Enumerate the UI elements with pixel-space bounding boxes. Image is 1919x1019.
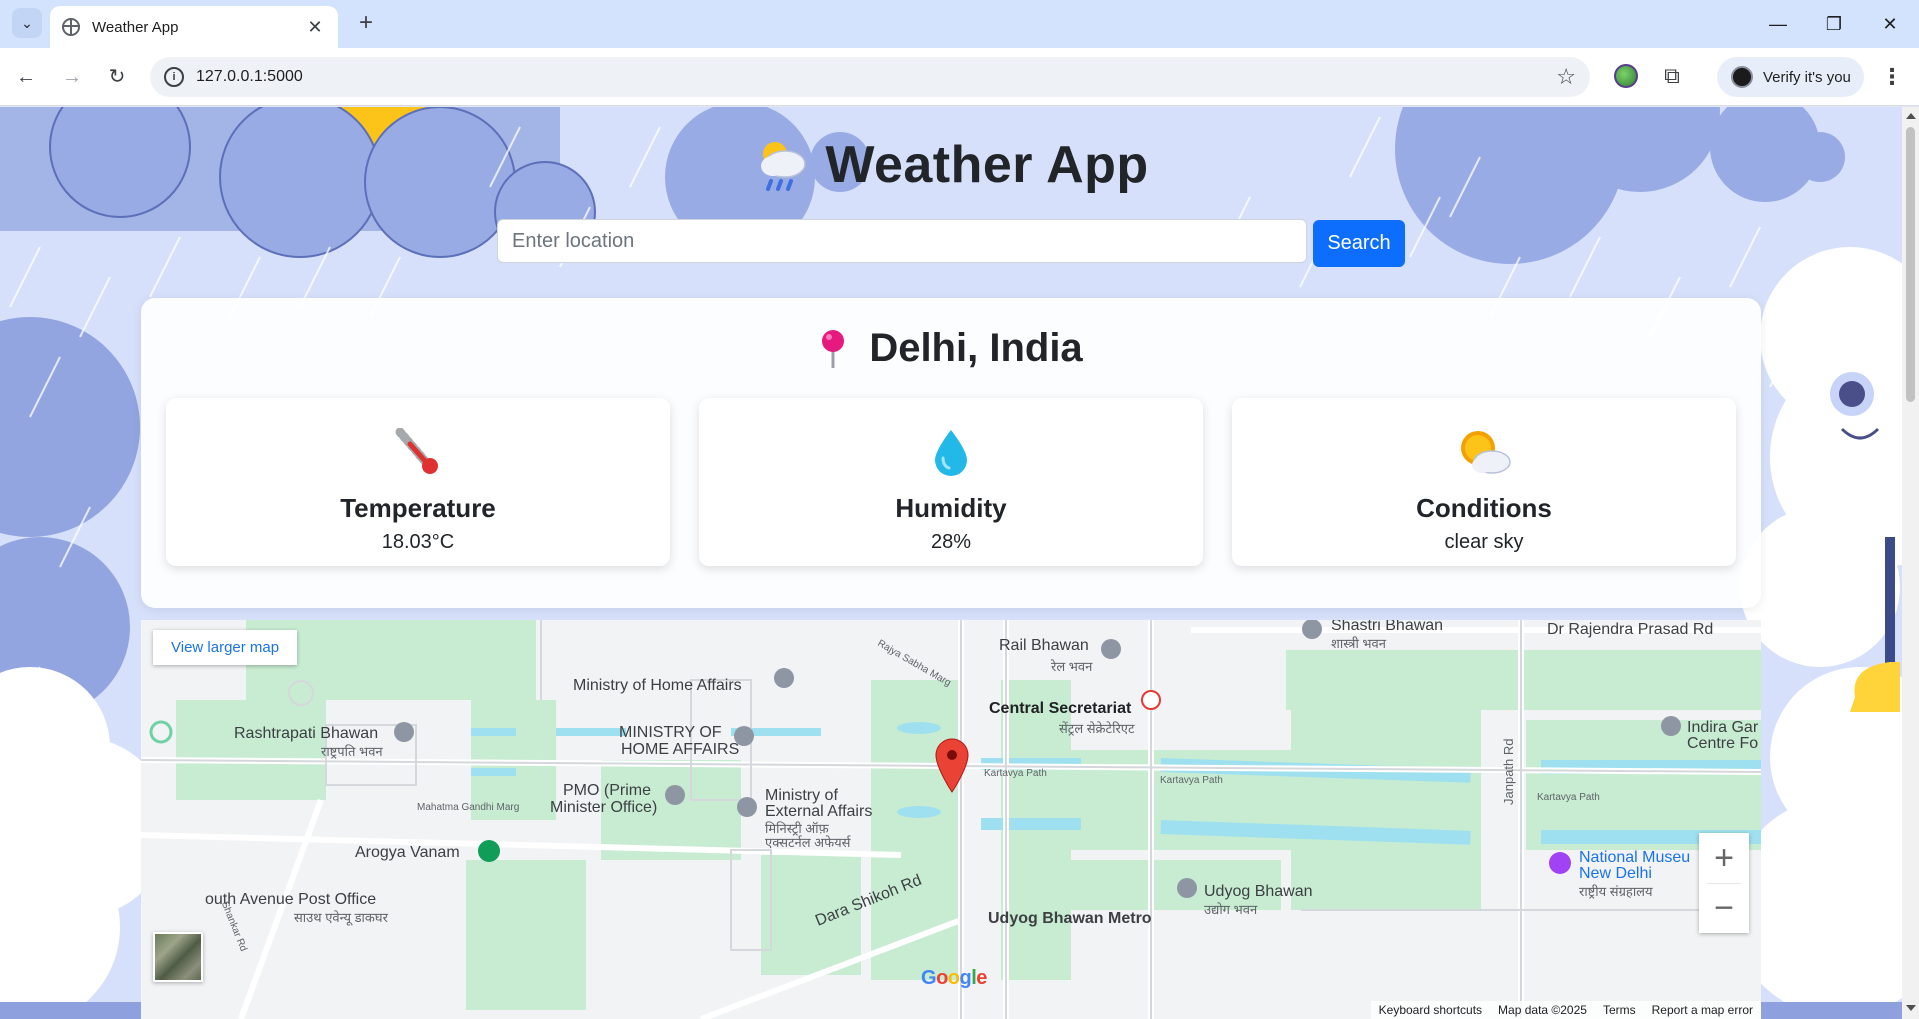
scroll-thumb[interactable] bbox=[1906, 127, 1915, 402]
keyboard-shortcuts-link[interactable]: Keyboard shortcuts bbox=[1379, 1001, 1482, 1019]
map-label-national-museum-2: New Delhi bbox=[1579, 865, 1652, 882]
thermometer-icon bbox=[395, 428, 438, 474]
browser-tab[interactable]: Weather App ✕ bbox=[50, 6, 338, 48]
tab-strip: ⌄ Weather App ✕ + — ❐ ✕ bbox=[0, 0, 1919, 48]
app-header: Weather App bbox=[0, 135, 1902, 195]
tab-search-chevron-icon[interactable]: ⌄ bbox=[12, 8, 42, 38]
humidity-value: 28% bbox=[930, 531, 972, 553]
scroll-up-arrow-icon[interactable] bbox=[1906, 113, 1916, 119]
new-tab-plus-icon[interactable]: + bbox=[352, 9, 380, 37]
temperature-value: 18.03°C bbox=[381, 531, 455, 553]
location-search-input[interactable] bbox=[497, 219, 1307, 263]
humidity-title: Humidity bbox=[895, 493, 1007, 523]
google-logo-letter: o bbox=[947, 967, 960, 989]
temperature-card: Temperature 18.03°C bbox=[166, 398, 670, 566]
temperature-title: Temperature bbox=[340, 493, 496, 523]
google-logo-letter: g bbox=[959, 967, 972, 989]
droplet-icon bbox=[935, 430, 967, 476]
google-logo: Google bbox=[921, 967, 987, 990]
map-label-kartavya-path-2: Kartavya Path bbox=[1160, 775, 1223, 786]
cloud-rain-sun-icon bbox=[761, 142, 807, 191]
bookmark-star-icon[interactable]: ☆ bbox=[1556, 64, 1576, 90]
conditions-card: Conditions clear sky bbox=[1232, 398, 1736, 566]
map-label-udyog-bhawan-metro: Udyog Bhawan Metro bbox=[988, 910, 1152, 927]
conditions-title: Conditions bbox=[1416, 493, 1552, 523]
page-scrollbar[interactable] bbox=[1902, 107, 1919, 1019]
map-label-rajendra-prasad-rd: Dr Rajendra Prasad Rd bbox=[1547, 621, 1714, 638]
map-zoom-controls: + − bbox=[1699, 833, 1749, 933]
minimize-icon[interactable]: — bbox=[1758, 10, 1798, 38]
map-label-shastri-bhawan-hi: शास्त्री भवन bbox=[1331, 636, 1387, 651]
address-bar[interactable]: i 127.0.0.1:5000 ☆ bbox=[150, 57, 1590, 97]
map-label-national-museum-hi: राष्ट्रीय संग्रहालय bbox=[1579, 884, 1653, 899]
map-label-pmo-2: Minister Office) bbox=[550, 799, 658, 816]
map-label-central-secretariat-hi: सेंट्रल सेक्रेटेरिएट bbox=[1059, 721, 1135, 736]
map-label-arogya-vanam: Arogya Vanam bbox=[355, 844, 460, 861]
map-data-text: Map data ©2025 bbox=[1498, 1003, 1587, 1017]
map-label-kartavya-path-3: Kartavya Path bbox=[1537, 792, 1600, 803]
conditions-value: clear sky bbox=[1444, 531, 1524, 553]
map-label-south-avenue-hi: साउथ एवेन्यू डाकघर bbox=[294, 910, 388, 925]
page-viewport: Weather App Search Delhi, India Temp bbox=[0, 107, 1902, 1019]
map-label-ministry-caps-1: MINISTRY OF bbox=[619, 724, 722, 741]
weather-panel: Delhi, India Temperature 18.03°C Humidit… bbox=[141, 298, 1761, 608]
map-attribution-bar: Keyboard shortcuts Map data ©2025 Terms … bbox=[1370, 1001, 1761, 1019]
url-text[interactable]: 127.0.0.1:5000 bbox=[196, 68, 303, 86]
browser-menu-icon[interactable]: ⋮ bbox=[1880, 61, 1904, 93]
zoom-in-plus-icon[interactable]: + bbox=[1699, 833, 1749, 883]
profile-label: Verify it's you bbox=[1763, 68, 1851, 86]
forward-arrow-icon[interactable]: → bbox=[56, 61, 88, 93]
browser-toolbar: ← → ↻ i 127.0.0.1:5000 ☆ ⧉ Verify it's y… bbox=[0, 48, 1919, 106]
tab-close-icon[interactable]: ✕ bbox=[304, 17, 326, 38]
google-logo-letter: o bbox=[936, 967, 948, 989]
map-label-rail-bhawan: Rail Bhawan bbox=[999, 637, 1089, 654]
map-label-indira-gandhi-2: Centre Fo bbox=[1687, 735, 1759, 752]
map-label-mahatma-gandhi-marg: Mahatma Gandhi Marg bbox=[417, 802, 520, 813]
extensions-puzzle-icon[interactable]: ⧉ bbox=[1657, 61, 1687, 91]
map-label-udyog-bhawan-hi: उद्योग भवन bbox=[1204, 902, 1258, 917]
tab-title: Weather App bbox=[92, 18, 179, 36]
page-title: Weather App bbox=[825, 136, 1149, 194]
globe-icon bbox=[62, 18, 80, 36]
map-label-home-affairs: Ministry of Home Affairs bbox=[573, 677, 742, 694]
map-label-rashtrapati-bhawan: Rashtrapati Bhawan bbox=[234, 725, 379, 742]
terms-link[interactable]: Terms bbox=[1603, 1001, 1636, 1019]
map-label-ministry-caps-2: HOME AFFAIRS bbox=[621, 741, 740, 758]
reload-icon[interactable]: ↻ bbox=[101, 61, 133, 93]
profile-button[interactable]: Verify it's you bbox=[1717, 57, 1864, 97]
map-label-rashtrapati-bhawan-hi: राष्ट्रपति भवन bbox=[321, 744, 383, 759]
map-label-janpath-rd: Janpath Rd bbox=[1501, 738, 1516, 806]
humidity-card: Humidity 28% bbox=[699, 398, 1203, 566]
avatar bbox=[1731, 66, 1753, 88]
zoom-out-minus-icon[interactable]: − bbox=[1699, 883, 1749, 933]
window-close-icon[interactable]: ✕ bbox=[1870, 10, 1910, 38]
map-label-kartavya-path-1: Kartavya Path bbox=[984, 768, 1047, 779]
report-map-error-link[interactable]: Report a map error bbox=[1652, 1001, 1753, 1019]
extension-globe-icon[interactable] bbox=[1614, 64, 1638, 88]
map-label-shastri-bhawan: Shastri Bhawan bbox=[1331, 620, 1444, 634]
view-larger-map-link[interactable]: View larger map bbox=[153, 630, 298, 665]
search-button[interactable]: Search bbox=[1313, 220, 1405, 267]
map-label-rail-bhawan-hi: रेल भवन bbox=[1051, 659, 1093, 674]
pushpin-icon bbox=[822, 329, 845, 368]
map-label-central-secretariat: Central Secretariat bbox=[989, 700, 1132, 717]
google-logo-letter: e bbox=[976, 967, 987, 989]
restore-icon[interactable]: ❐ bbox=[1814, 10, 1854, 38]
scroll-down-arrow-icon[interactable] bbox=[1906, 1005, 1916, 1011]
location-header: Delhi, India bbox=[141, 326, 1761, 371]
site-info-icon[interactable]: i bbox=[164, 67, 184, 87]
map-label-udyog-bhawan: Udyog Bhawan bbox=[1204, 883, 1313, 900]
map-label-pmo-1: PMO (Prime bbox=[563, 782, 651, 799]
google-logo-letter: G bbox=[921, 967, 937, 989]
map-label-mea-hi-2: एक्सटर्नल अफेयर्स bbox=[765, 835, 851, 850]
sun-behind-cloud-icon bbox=[1461, 431, 1511, 474]
satellite-view-toggle[interactable] bbox=[153, 932, 203, 982]
google-map-embed[interactable]: Rail Bhawan रेल भवन Shastri Bhawan शास्त… bbox=[141, 620, 1761, 1019]
back-arrow-icon[interactable]: ← bbox=[10, 61, 42, 93]
location-name: Delhi, India bbox=[869, 326, 1083, 370]
